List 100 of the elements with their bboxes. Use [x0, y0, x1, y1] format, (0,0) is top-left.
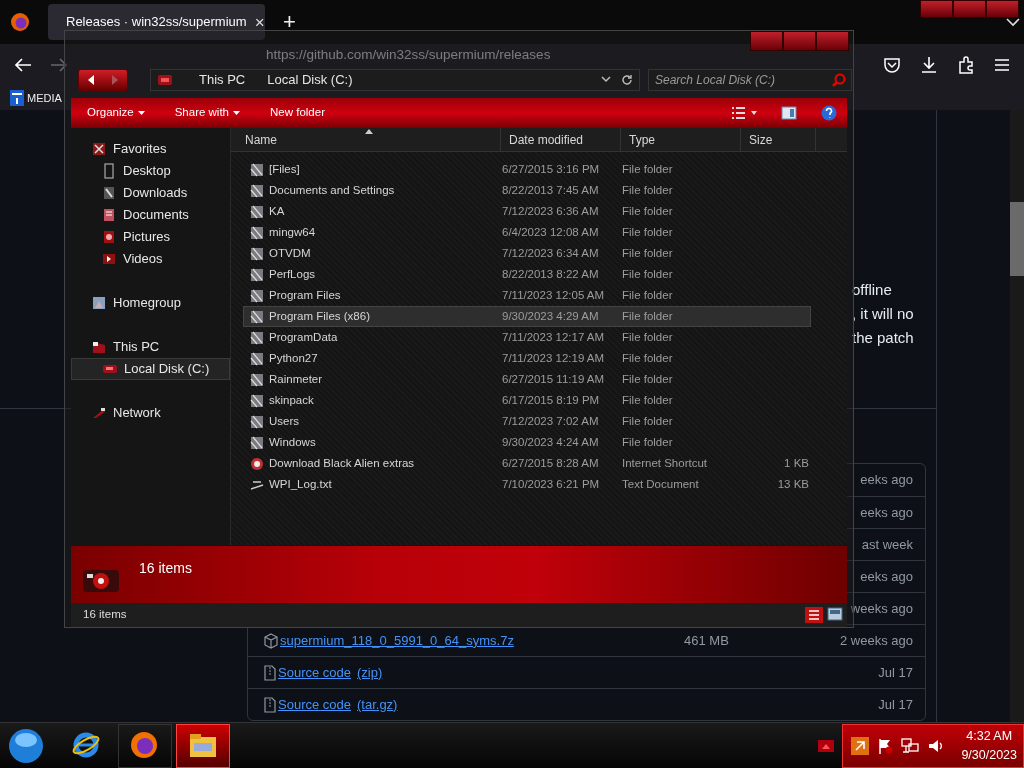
- minimize-button[interactable]: [920, 0, 953, 18]
- preview-pane-icon[interactable]: [781, 106, 797, 120]
- date-modified: 6/17/2015 8:19 PM: [502, 392, 601, 408]
- menu-icon[interactable]: [994, 58, 1010, 72]
- file-row[interactable]: PerfLogs 8/22/2013 8:22 AM File folder: [243, 264, 811, 285]
- tab-list-icon[interactable]: [1006, 17, 1020, 27]
- taskbar-button[interactable]: [118, 723, 172, 768]
- file-row[interactable]: WPI_Log.txt 7/10/2023 6:21 PM Text Document 13 KB: [243, 474, 811, 495]
- file-row[interactable]: KA 7/12/2023 6:36 AM File folder: [243, 201, 811, 222]
- nav-item[interactable]: Homegroup: [71, 292, 230, 314]
- refresh-icon[interactable]: [621, 74, 633, 86]
- nav-item[interactable]: Desktop: [71, 160, 230, 182]
- pocket-icon[interactable]: [883, 57, 901, 73]
- maximize-button[interactable]: [783, 31, 816, 51]
- nav-item[interactable]: Network: [71, 402, 230, 424]
- network-icon[interactable]: [901, 737, 919, 754]
- column-header[interactable]: Date modified: [501, 128, 621, 151]
- file-row[interactable]: Download Black Alien extras 6/27/2015 8:28 AM Internet Shortcut 1 KB: [243, 453, 811, 474]
- file-row[interactable]: Program Files 7/11/2023 12:05 AM File folder: [243, 285, 811, 306]
- back-icon[interactable]: [14, 57, 32, 73]
- file-row[interactable]: [Files] 6/27/2015 3:16 PM File folder: [243, 159, 811, 180]
- date-modified: 7/10/2023 6:21 PM: [502, 476, 601, 492]
- file-size: 13 KB: [776, 476, 809, 492]
- asset-link[interactable]: supermium_118_0_5991_0_64_syms.7z: [264, 630, 514, 651]
- file-row[interactable]: Python27 7/11/2023 12:19 AM File folder: [243, 348, 811, 369]
- help-icon[interactable]: [821, 105, 837, 121]
- file-name: ProgramData: [269, 329, 338, 345]
- date-text: 9/30/2023: [961, 746, 1017, 764]
- show-hidden-icons-icon[interactable]: [818, 739, 834, 752]
- column-header[interactable]: Size: [741, 128, 816, 151]
- minimize-button[interactable]: [750, 31, 783, 51]
- dropdown-icon[interactable]: [601, 76, 611, 84]
- file-row[interactable]: skinpack 6/17/2015 8:19 PM File folder: [243, 390, 811, 411]
- tiles-view-icon[interactable]: [827, 607, 843, 621]
- nav-item[interactable]: Favorites: [71, 138, 230, 160]
- column-header[interactable]: Name: [231, 128, 501, 151]
- file-name: Documents and Settings: [269, 182, 395, 198]
- file-name: PerfLogs: [269, 266, 316, 282]
- nav-item[interactable]: Downloads: [71, 182, 230, 204]
- item-count: 16 items: [139, 559, 192, 578]
- file-name: Program Files (x86): [269, 308, 370, 324]
- forward-icon[interactable]: [50, 57, 68, 73]
- folder-icon: [250, 414, 264, 429]
- details-view-icon[interactable]: [805, 607, 823, 623]
- file-name: Users: [269, 413, 300, 429]
- url-text[interactable]: https://github.com/win32ss/supermium/releases: [266, 44, 551, 66]
- taskbar-button[interactable]: [176, 723, 230, 768]
- file-row[interactable]: Rainmeter 6/27/2015 11:19 AM File folder: [243, 369, 811, 390]
- bookmark-icon[interactable]: [10, 90, 24, 106]
- update-icon[interactable]: [851, 736, 869, 755]
- nav-item[interactable]: This PC: [71, 336, 230, 358]
- nav-item[interactable]: Local Disk (C:): [71, 358, 230, 380]
- column-header[interactable]: Type: [621, 128, 741, 151]
- toolbar-button[interactable]: New folder: [264, 102, 331, 124]
- file-type: File folder: [622, 371, 674, 387]
- flag-icon[interactable]: [877, 737, 893, 754]
- start-icon[interactable]: [8, 727, 44, 764]
- file-row[interactable]: OTVDM 7/12/2023 6:34 AM File folder: [243, 243, 811, 264]
- nav-item[interactable]: Documents: [71, 204, 230, 226]
- scrollbar-thumb[interactable]: [1010, 202, 1024, 276]
- pc-icon: [91, 339, 107, 355]
- maximize-button[interactable]: [953, 0, 986, 18]
- close-button[interactable]: [816, 31, 849, 51]
- asset-link[interactable]: Source code (zip): [264, 662, 383, 683]
- date-modified: 6/27/2015 11:19 AM: [502, 371, 606, 387]
- toolbar-button[interactable]: Share with: [168, 102, 246, 124]
- browser-tab[interactable]: Releases · win32ss/supermium ×: [48, 4, 265, 40]
- toolbar-button[interactable]: Organize: [81, 102, 151, 124]
- file-type: File folder: [622, 203, 674, 219]
- file-row[interactable]: Users 7/12/2023 7:02 AM File folder: [243, 411, 811, 432]
- download-icon[interactable]: [920, 56, 938, 74]
- nav-item[interactable]: Videos: [71, 248, 230, 270]
- release-date: Jul 17: [878, 663, 913, 682]
- breadcrumb-item[interactable]: Local Disk (C:): [267, 70, 353, 90]
- search-field[interactable]: Search Local Disk (C:): [648, 69, 852, 91]
- volume-icon[interactable]: [927, 737, 945, 754]
- view-options-icon[interactable]: [731, 106, 757, 120]
- file-type: File folder: [622, 266, 674, 282]
- date-modified: 6/27/2015 8:28 AM: [502, 455, 600, 471]
- puzzle-icon[interactable]: [957, 56, 975, 74]
- network-icon: [91, 405, 107, 421]
- folder-icon: [250, 351, 264, 366]
- tab-close-button[interactable]: ×: [254, 13, 265, 31]
- folder-icon: [250, 246, 264, 261]
- new-tab-button[interactable]: +: [279, 11, 300, 33]
- browser-logo-icon[interactable]: [10, 12, 30, 32]
- breadcrumb-item[interactable]: This PC: [199, 70, 246, 90]
- file-row[interactable]: Documents and Settings 8/22/2013 7:45 AM File folder: [243, 180, 811, 201]
- file-row[interactable]: Program Files (x86) 9/30/2023 4:29 AM File folder: [243, 306, 811, 327]
- asset-link[interactable]: Source code (tar.gz): [264, 694, 398, 715]
- file-size: 1 KB: [783, 455, 809, 471]
- date-modified: 9/30/2023 4:24 AM: [502, 434, 600, 450]
- file-row[interactable]: mingw64 6/4/2023 12:08 AM File folder: [243, 222, 811, 243]
- address-bar[interactable]: This PC Local Disk (C:): [150, 69, 640, 91]
- file-row[interactable]: ProgramData 7/11/2023 12:17 AM File folder: [243, 327, 811, 348]
- nav-item[interactable]: Pictures: [71, 226, 230, 248]
- file-row[interactable]: Windows 9/30/2023 4:24 AM File folder: [243, 432, 811, 453]
- file-type: File folder: [622, 224, 674, 240]
- folder-icon: [250, 435, 264, 450]
- bookmark-link[interactable]: MEDIA: [27, 89, 62, 107]
